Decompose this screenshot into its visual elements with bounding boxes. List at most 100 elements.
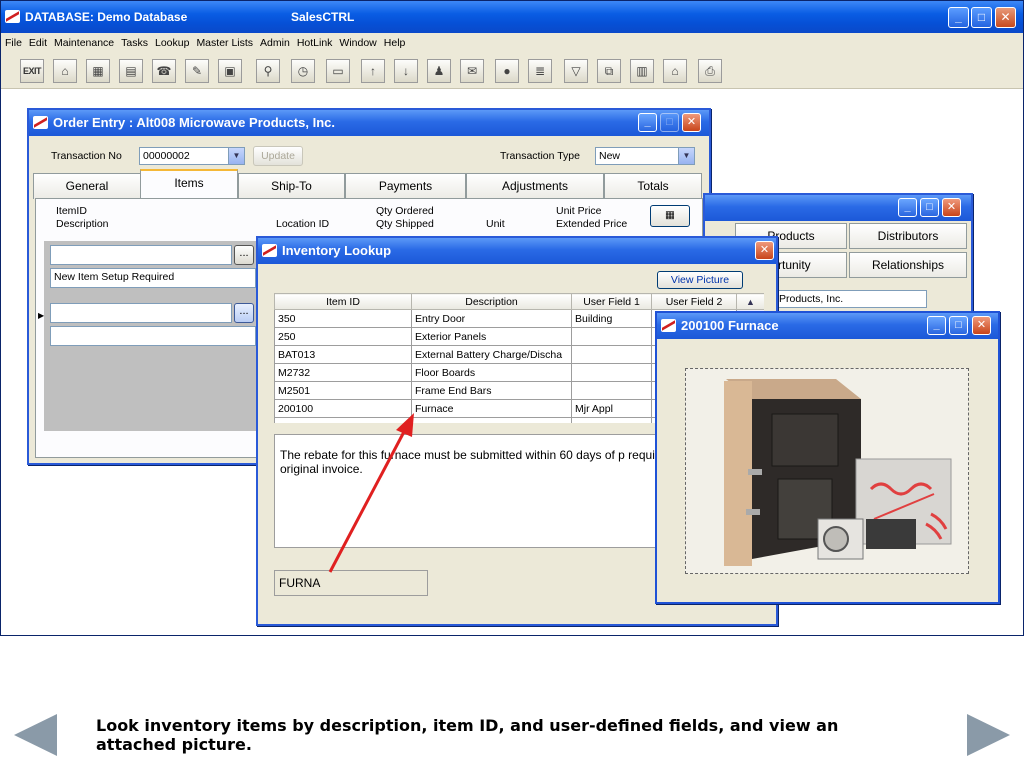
order-maximize-button[interactable]: □ [660,113,679,132]
cell-description: External Battery Charge/Discha [411,345,572,364]
main-title-bar[interactable]: DATABASE: Demo Database SalesCTRL _ □ ✕ [1,1,1023,33]
picture-maximize-button[interactable]: □ [949,316,968,335]
menu-help[interactable]: Help [384,33,406,53]
minimize-button[interactable]: _ [948,7,969,28]
unit-header: Unit [486,218,505,230]
down-arrow-icon[interactable]: ↓ [394,59,418,83]
inventory-header-row: Item ID Description User Field 1 User Fi… [274,293,764,310]
clock-icon[interactable]: ◷ [291,59,315,83]
cell-description: Exterior Panels [411,327,572,346]
tab-relationships[interactable]: Relationships [849,252,967,278]
chevron-down-icon[interactable]: ▼ [678,148,694,164]
contacts-icon[interactable]: ▦ [86,59,110,83]
next-slide-arrow-icon[interactable] [963,710,1015,760]
tab-general[interactable]: General [33,173,141,199]
new-item-setup-note: New Item Setup Required [54,271,175,283]
item-description-row1[interactable]: New Item Setup Required [50,268,256,288]
menu-edit[interactable]: Edit [29,33,47,53]
menu-file[interactable]: File [5,33,22,53]
print-icon[interactable]: ⎙ [698,59,722,83]
open-icon[interactable]: ⌂ [53,59,77,83]
unit-price-header: Unit Price [556,205,602,217]
item-lookup-button-row2[interactable]: ... [234,303,254,323]
cell-user-field-1 [571,417,652,423]
order-close-button[interactable]: ✕ [682,113,701,132]
column-item-id[interactable]: Item ID [274,293,412,310]
tab-items[interactable]: Items [140,169,238,200]
scroll-up-icon[interactable]: ▲ [736,293,764,310]
contact-close-button[interactable]: ✕ [942,198,961,217]
building-icon[interactable]: ⌂ [663,59,687,83]
menu-lookup[interactable]: Lookup [155,33,189,53]
transaction-no-select[interactable]: 00000002 ▼ [139,147,245,165]
record-icon[interactable]: ● [495,59,519,83]
binoculars-icon[interactable]: ⚲ [256,59,280,83]
contact-title-bar[interactable]: _ □ ✕ [705,195,971,221]
picture-logo-icon [661,319,676,332]
tab-totals[interactable]: Totals [604,173,702,199]
menu-hotlink[interactable]: HotLink [297,33,333,53]
inventory-lookup-title-bar[interactable]: Inventory Lookup ✕ [258,238,776,264]
menu-master-lists[interactable]: Master Lists [196,33,253,53]
cell-user-field-1 [571,381,652,400]
maximize-button[interactable]: □ [971,7,992,28]
contact-minimize-button[interactable]: _ [898,198,917,217]
contact-maximize-button[interactable]: □ [920,198,939,217]
item-id-input-row1[interactable] [50,245,232,265]
app-logo-icon [5,10,20,23]
picture-close-button[interactable]: ✕ [972,316,991,335]
tab-payments[interactable]: Payments [345,173,466,199]
menu-admin[interactable]: Admin [260,33,290,53]
order-minimize-button[interactable]: _ [638,113,657,132]
calculator-button[interactable]: ▦ [650,205,690,227]
row-pointer-icon: ▶ [38,311,45,320]
picture-title-bar[interactable]: 200100 Furnace _ □ ✕ [657,313,998,339]
window-icon[interactable]: ▭ [326,59,350,83]
item-id-header: ItemID [56,205,87,217]
item-lookup-button-row1[interactable]: ... [234,245,254,265]
up-arrow-icon[interactable]: ↑ [361,59,385,83]
column-description[interactable]: Description [411,293,572,310]
forms-icon[interactable]: ▣ [218,59,242,83]
menu-tasks[interactable]: Tasks [121,33,148,53]
menu-window[interactable]: Window [339,33,376,53]
filter-icon[interactable]: ▽ [564,59,588,83]
calendar-icon[interactable]: ▤ [119,59,143,83]
cell-user-field-1: Mjr Appl [571,399,652,418]
column-user-field-1[interactable]: User Field 1 [571,293,652,310]
exit-icon[interactable]: EXIT [20,59,44,83]
notes-icon[interactable]: ✎ [185,59,209,83]
tab-adjustments[interactable]: Adjustments [466,173,604,199]
book-icon[interactable]: ▥ [630,59,654,83]
company-name-field[interactable]: Products, Inc. [775,290,927,308]
cell-user-field-1: Building [571,309,652,328]
cell-user-field-1 [571,363,652,382]
order-entry-title-bar[interactable]: Order Entry : Alt008 Microwave Products,… [29,110,709,136]
picture-minimize-button[interactable]: _ [927,316,946,335]
cell-item-id: 350 [274,309,412,328]
inventory-close-button[interactable]: ✕ [755,241,774,260]
tab-distributors[interactable]: Distributors [849,223,967,249]
transaction-no-value: 00000002 [143,150,190,162]
item-id-input-row2[interactable] [50,303,232,323]
report-icon[interactable]: ≣ [528,59,552,83]
transaction-no-label: Transaction No [51,150,122,162]
view-picture-button[interactable]: View Picture [657,271,743,289]
phone-icon[interactable]: ☎ [152,59,176,83]
picture-frame [685,368,969,574]
transaction-type-value: New [599,150,621,162]
previous-slide-arrow-icon[interactable] [9,710,61,760]
mail-icon[interactable]: ✉ [460,59,484,83]
cell-description: Frame End Bars [411,381,572,400]
cell-item-id: BAT013 [274,345,412,364]
network-icon[interactable]: ⧉ [597,59,621,83]
item-description-row2[interactable] [50,326,256,346]
column-user-field-2[interactable]: User Field 2 [651,293,737,310]
chevron-down-icon[interactable]: ▼ [228,148,244,164]
tab-ship-to[interactable]: Ship-To [238,173,345,199]
transaction-type-select[interactable]: New ▼ [595,147,695,165]
user-icon[interactable]: ♟ [427,59,451,83]
menu-maintenance[interactable]: Maintenance [54,33,114,53]
update-button[interactable]: Update [253,146,303,166]
close-button[interactable]: ✕ [995,7,1016,28]
